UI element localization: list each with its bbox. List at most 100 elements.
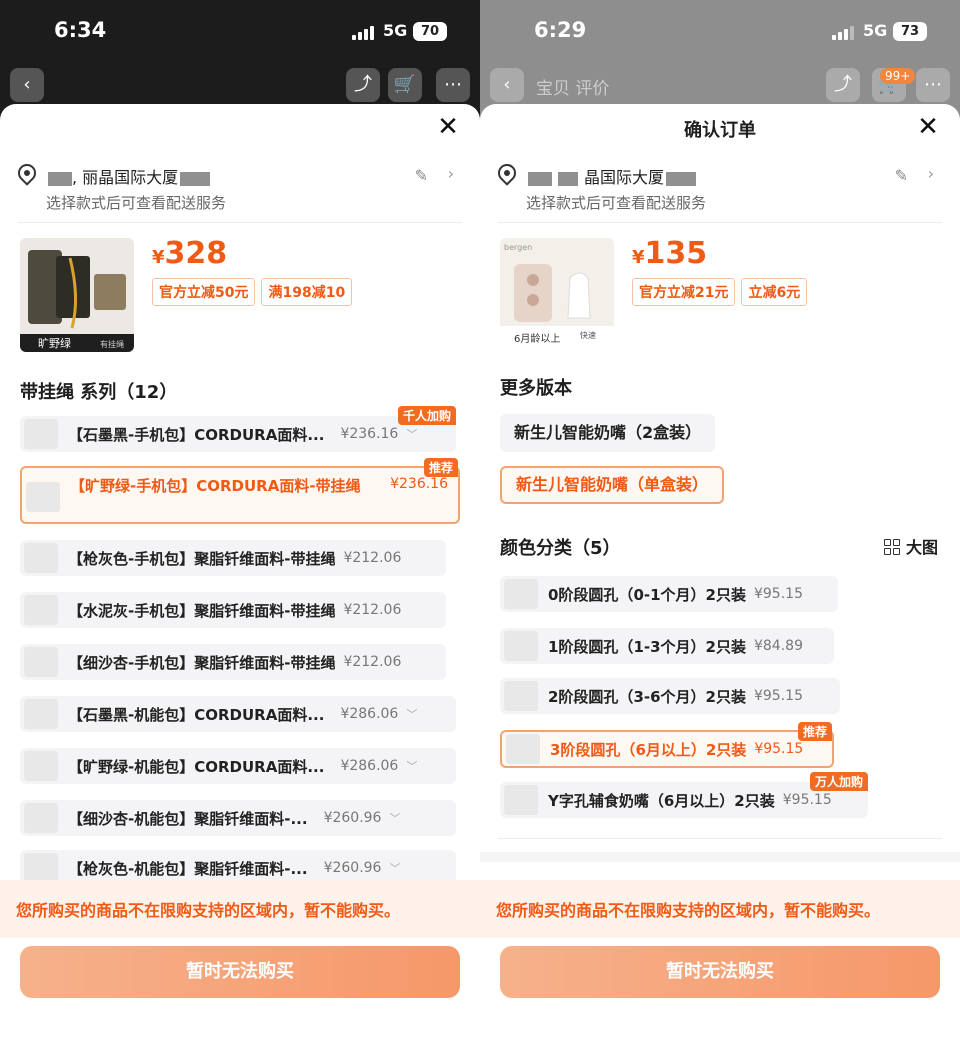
cart-icon[interactable]: 🛒 — [388, 68, 422, 102]
sku-option[interactable]: 【水泥灰-手机包】聚脂钎维面料-带挂绳 ¥212.06 — [20, 592, 446, 628]
sku-thumb — [24, 699, 58, 729]
svg-text:6月龄以上: 6月龄以上 — [514, 332, 560, 345]
chevron-down-icon: ﹀ — [406, 428, 418, 441]
purchase-restriction-notice: 您所购买的商品不在限购支持的区域内，暂不能购买。 — [480, 880, 960, 938]
sku-thumb — [24, 543, 58, 573]
popular-badge: 万人加购 — [809, 772, 868, 791]
buy-button-disabled[interactable]: 暂时无法购买 — [20, 946, 460, 998]
sku-option[interactable]: 【枪灰色-手机包】聚脂钎维面料-带挂绳 ¥212.06 — [20, 540, 446, 576]
battery-icon: 73 — [893, 22, 927, 41]
series-title: 带挂绳 系列（12） — [20, 382, 178, 403]
promo-tags: 官方立减50元 满198减10 — [152, 278, 353, 306]
address-text: 丽晶国际大厦 — [82, 168, 179, 187]
sheet-title: 确认订单 — [684, 120, 756, 141]
sku-thumb — [24, 751, 58, 781]
promo-tag: 立减6元 — [741, 278, 808, 306]
color-thumb — [504, 785, 538, 815]
redacted-block — [528, 171, 552, 186]
chevron-down-icon: ﹀ — [406, 708, 418, 721]
edit-icon[interactable]: ✎ — [415, 166, 428, 185]
cart-badge: 99+ — [880, 68, 916, 84]
location-pin-icon — [14, 160, 40, 186]
svg-text:旷野绿: 旷野绿 — [38, 336, 71, 350]
buy-button-disabled[interactable]: 暂时无法购买 — [500, 946, 940, 998]
sku-option[interactable]: 【石墨黑-手机包】CORDURA面料... ¥236.16 ﹀ 千人加购 — [20, 406, 456, 452]
redacted-block — [48, 171, 72, 186]
background-header: ‹ ⤴ 🛒 ⋯ — [0, 60, 480, 106]
divider — [498, 222, 942, 223]
color-option[interactable]: 0阶段圆孔（0-1个月）2只装 ¥95.15 — [500, 576, 838, 612]
sku-option[interactable]: 【旷野绿-机能包】CORDURA面料... ¥286.06 ﹀ — [20, 748, 456, 784]
sku-option-selected[interactable]: 【旷野绿-手机包】CORDURA面料-带挂绳 ¥236.16 推荐 — [20, 458, 460, 524]
sku-thumb — [26, 482, 60, 512]
versions-title: 更多版本 — [500, 378, 572, 399]
svg-text:bergen: bergen — [504, 243, 532, 252]
product-price: ¥328 — [152, 236, 228, 271]
battery-icon: 70 — [413, 22, 447, 41]
status-bar: 6:29 5G 73 — [480, 0, 960, 64]
product-image[interactable]: 旷野绿 有挂绳 — [20, 238, 134, 352]
delivery-address[interactable]: , 丽晶国际大厦 选择款式后可查看配送服务 ✎ › — [14, 160, 462, 212]
sku-sheet: ✕ , 丽晶国际大厦 选择款式后可查看配送服务 ✎ › 旷野绿 有挂绳 ¥328… — [0, 104, 480, 1039]
promo-tags: 官方立减21元 立减6元 — [632, 278, 808, 306]
svg-text:快速: 快速 — [580, 330, 596, 340]
big-image-toggle[interactable]: 大图 — [884, 534, 938, 558]
background-tabs: 宝贝 评价 — [536, 79, 610, 99]
order-sheet: 确认订单 ✕ 晶国际大厦 选择款式后可查看配送服务 ✎ › bergen 6月龄… — [480, 104, 960, 1039]
product-price: ¥135 — [632, 236, 708, 271]
color-title: 颜色分类（5） — [500, 538, 621, 559]
address-subtitle: 选择款式后可查看配送服务 — [526, 194, 707, 212]
status-bar: 6:34 5G 70 — [0, 0, 480, 64]
status-time: 6:34 — [54, 18, 107, 42]
sku-thumb — [24, 419, 58, 449]
purchase-restriction-notice: 您所购买的商品不在限购支持的区域内，暂不能购买。 — [0, 880, 480, 938]
promo-tag: 官方立减21元 — [632, 278, 736, 306]
share-icon[interactable]: ⤴ — [826, 68, 860, 102]
chevron-down-icon: ﹀ — [389, 812, 401, 825]
address-subtitle: 选择款式后可查看配送服务 — [46, 194, 227, 212]
sku-thumb — [24, 647, 58, 677]
color-option-selected[interactable]: 3阶段圆孔（6月以上）2只装 ¥95.15 推荐 — [500, 722, 834, 768]
product-image[interactable]: bergen 6月龄以上 快速 — [500, 238, 614, 352]
more-icon[interactable]: ⋯ — [436, 68, 470, 102]
network-label: 5G — [383, 21, 408, 40]
signal-icon — [832, 26, 856, 40]
recommend-badge: 推荐 — [797, 722, 832, 741]
network-label: 5G — [863, 21, 888, 40]
sku-thumb — [24, 595, 58, 625]
color-thumb — [504, 631, 538, 661]
delivery-address[interactable]: 晶国际大厦 选择款式后可查看配送服务 ✎ › — [494, 160, 942, 212]
chevron-down-icon: ﹀ — [389, 862, 401, 875]
divider — [18, 222, 462, 223]
chevron-right-icon[interactable]: › — [448, 164, 454, 183]
share-icon[interactable]: ⤴ — [346, 68, 380, 102]
color-thumb — [506, 734, 540, 764]
divider — [498, 838, 942, 839]
location-pin-icon — [494, 160, 520, 186]
recommend-badge: 推荐 — [423, 458, 458, 477]
more-icon[interactable]: ⋯ — [916, 68, 950, 102]
edit-icon[interactable]: ✎ — [895, 166, 908, 185]
color-option[interactable]: 1阶段圆孔（1-3个月）2只装 ¥84.89 — [500, 628, 834, 664]
close-icon[interactable]: ✕ — [432, 112, 464, 144]
color-option[interactable]: Y字孔辅食奶嘴（6月以上）2只装 ¥95.15 万人加购 — [500, 772, 868, 818]
back-icon[interactable]: ‹ — [10, 68, 44, 102]
version-option[interactable]: 新生儿智能奶嘴（2盒装） — [500, 414, 716, 452]
redacted-block — [666, 171, 697, 186]
background-header: ‹ 宝贝 评价 ⤴ 🛒 99+ ⋯ — [480, 60, 960, 106]
back-icon[interactable]: ‹ — [490, 68, 524, 102]
close-icon[interactable]: ✕ — [912, 112, 944, 144]
signal-icon — [352, 26, 376, 40]
redacted-block — [180, 171, 211, 186]
sku-option[interactable]: 【细沙杏-机能包】聚脂钎维面料-... ¥260.96 ﹀ — [20, 800, 456, 836]
sku-option[interactable]: 【细沙杏-手机包】聚脂钎维面料-带挂绳 ¥212.06 — [20, 644, 446, 680]
redacted-block — [558, 171, 578, 186]
chevron-right-icon[interactable]: › — [928, 164, 934, 183]
section-gap — [480, 852, 960, 862]
right-screenshot: 6:29 5G 73 ‹ 宝贝 评价 ⤴ 🛒 99+ ⋯ 确认订单 ✕ 晶国际大… — [480, 0, 960, 1039]
promo-tag: 官方立减50元 — [152, 278, 256, 306]
version-option-selected[interactable]: 新生儿智能奶嘴（单盒装） — [500, 466, 725, 504]
grid-icon — [884, 539, 901, 555]
color-option[interactable]: 2阶段圆孔（3-6个月）2只装 ¥95.15 — [500, 678, 840, 714]
sku-option[interactable]: 【石墨黑-机能包】CORDURA面料... ¥286.06 ﹀ — [20, 696, 456, 732]
